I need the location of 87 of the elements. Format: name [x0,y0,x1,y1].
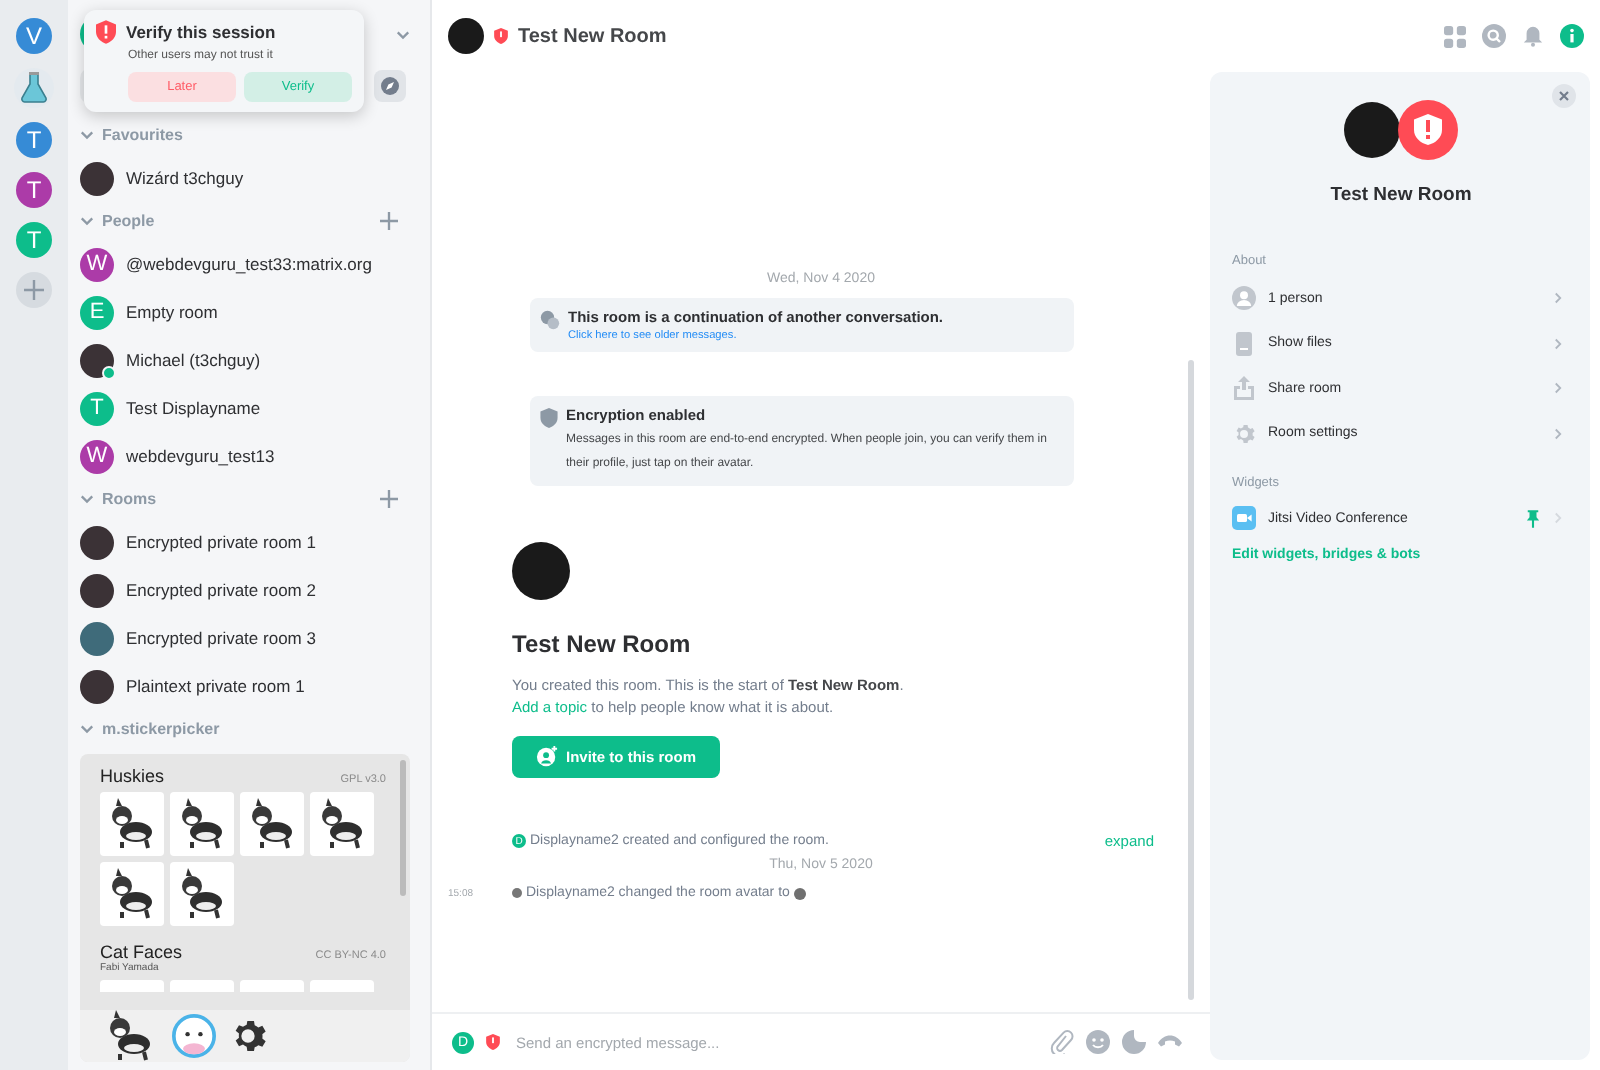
room-avatar-photo[interactable] [448,18,484,54]
sticker[interactable] [240,792,304,856]
room-avatar: E [80,295,114,329]
space-avatar[interactable]: V [16,18,52,54]
chevron-icon [1552,382,1564,395]
space-avatar[interactable]: T [16,172,52,208]
avatar-photo [512,888,522,898]
avatar-photo [80,621,114,655]
room-list-item[interactable]: Encrypted private room 3 [68,614,430,662]
room-avatar: W [80,439,114,473]
chevron-icon [1552,337,1564,350]
add-icon[interactable] [380,212,398,230]
room-list-item[interactable]: Encrypted private room 1 [68,518,430,566]
room-list-item[interactable]: W webdevguru_test13 [68,432,430,480]
add-icon[interactable] [16,272,52,308]
avatar-photo [793,887,806,899]
search-icon[interactable] [1482,24,1506,48]
sticker[interactable] [310,792,374,856]
chevron-icon[interactable] [80,214,94,228]
warning-shield-icon [96,20,116,44]
chevron-icon [1552,512,1564,525]
room-name: @webdevguru_test33:matrix.org [126,254,372,274]
file-icon [1232,331,1256,356]
cat-face-icon[interactable] [172,1014,216,1058]
room-list-item[interactable]: W @webdevguru_test33:matrix.org [68,240,430,288]
video-camera-icon [1232,506,1256,531]
room-name: Empty room [126,302,218,322]
room-avatar-photo [1344,102,1400,158]
avatar-photo [80,525,114,559]
scrollbar[interactable] [1188,360,1194,1000]
sticker-icon[interactable] [1122,1030,1146,1054]
close-icon[interactable] [1552,84,1576,108]
emoji-icon[interactable] [1086,1030,1110,1054]
sticker-pack-title: Huskies [100,766,165,786]
apps-icon[interactable] [1444,25,1466,47]
room-name: Test New Room [1328,184,1474,206]
paperclip-icon[interactable] [1050,1030,1074,1054]
sticker-pack-title: Cat Faces [100,942,183,962]
sticker[interactable] [100,862,164,926]
avatar-photo [80,343,114,377]
add-person-icon [536,746,558,768]
room-avatar-photo [512,542,570,600]
compass-icon[interactable] [374,70,406,102]
shield-icon [540,408,558,428]
room-name: Plaintext private room 1 [126,676,305,696]
chevron-icon[interactable] [80,722,94,736]
pin-icon[interactable] [1526,509,1540,528]
chevron-icon[interactable] [80,492,94,506]
room-name: Encrypted private room 2 [126,580,316,600]
toast-title: Verify this session [126,22,276,42]
info-icon[interactable] [1560,24,1584,48]
room-name: Test New Room [518,25,669,47]
warning-shield-icon [486,1034,500,1050]
chat-bubbles-icon [540,310,560,330]
sticker[interactable] [170,862,234,926]
room-name: webdevguru_test13 [126,446,275,466]
room-list-item[interactable]: E Empty room [68,288,430,336]
room-list-item[interactable]: Wizárd t3chguy [68,154,430,202]
chevron-icon [1552,427,1564,440]
room-name: Michael (t3chguy) [126,350,261,370]
sticker[interactable] [170,792,234,856]
room-avatar: T [80,391,114,425]
caret-icon[interactable] [396,27,410,41]
avatar-photo [80,669,114,703]
room-list-item[interactable]: Plaintext private room 1 [68,662,430,710]
chevron-icon [1552,292,1564,305]
sticker[interactable] [100,792,164,856]
room-name: Wizárd t3chguy [126,168,244,188]
room-name: Encrypted private room 1 [126,532,316,552]
space-avatar[interactable]: T [16,122,52,158]
avatar-photo [80,161,114,195]
room-list-item[interactable]: T Test Displayname [68,384,430,432]
share-icon [1232,376,1256,401]
settings-icon [1232,421,1256,446]
avatar-photo [80,573,114,607]
chevron-icon[interactable] [80,128,94,142]
room-list-item[interactable]: Michael (t3chguy) [68,336,430,384]
phone-icon[interactable] [1158,1034,1182,1050]
room-name: Test Displayname [126,398,261,418]
room-avatar: W [80,247,114,281]
room-name: Encrypted private room 3 [126,628,316,648]
room-list-item[interactable]: Encrypted private room 2 [68,566,430,614]
room-intro-title: Test New Room [512,630,691,658]
bell-icon[interactable] [1522,24,1544,48]
add-icon[interactable] [380,490,398,508]
warning-shield-icon [1398,100,1458,160]
person-icon [1232,286,1256,311]
